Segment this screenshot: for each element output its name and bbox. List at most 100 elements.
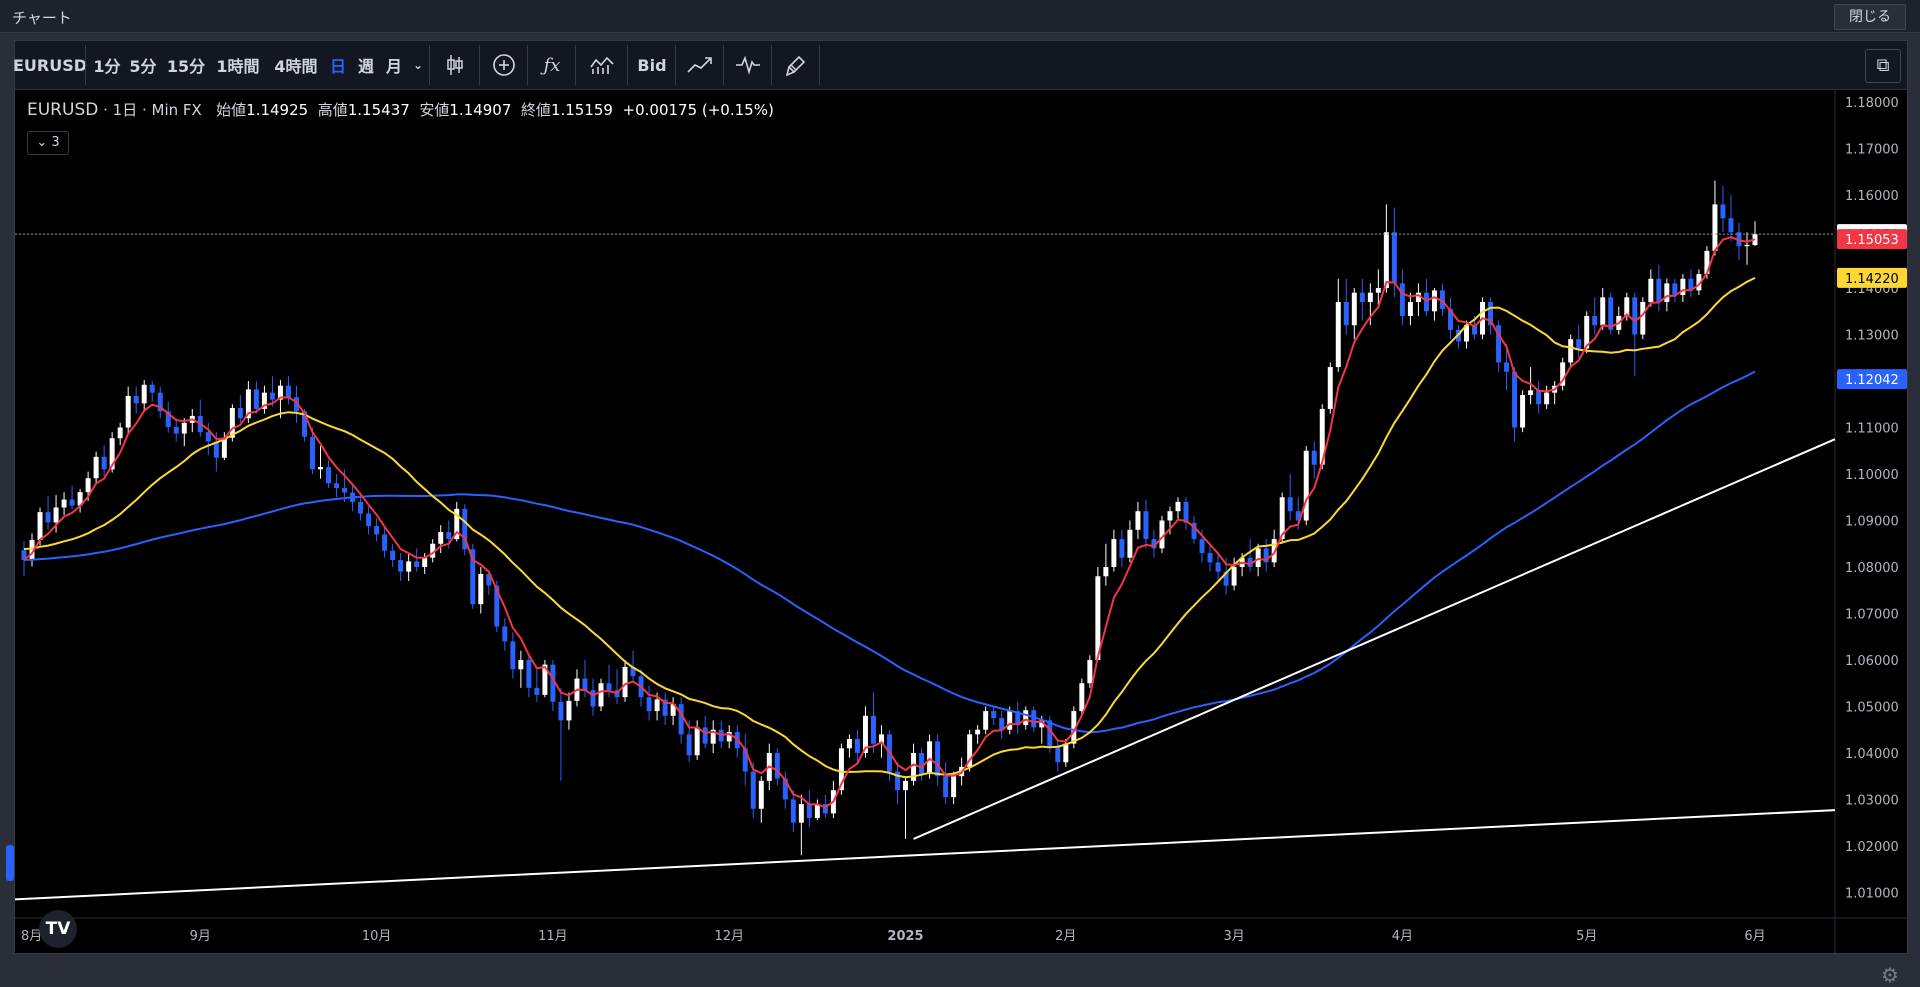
interval-1h[interactable]: 1時間 — [211, 41, 265, 89]
candle-body — [438, 532, 444, 544]
bid-button[interactable]: Bid — [631, 41, 673, 89]
interval-4h[interactable]: 4時間 — [269, 41, 323, 89]
candle-body — [1103, 566, 1109, 577]
interval-15m[interactable]: 15分 — [165, 41, 207, 89]
candle-body — [1143, 511, 1149, 540]
chart-frame: EURUSD 1分 5分 15分 1時間 4時間 日 週 月 ⌄ ƒx Bid — [13, 40, 1908, 987]
candle-body — [790, 799, 796, 823]
candle-body — [382, 534, 388, 551]
dropdown-chevron-icon[interactable]: ⌄ — [409, 41, 427, 89]
candle-body — [798, 804, 804, 823]
y-tick-label: 1.06000 — [1845, 654, 1899, 669]
candle-body — [342, 487, 348, 493]
tradingview-logo-icon[interactable]: TV — [39, 910, 77, 948]
candle-body — [101, 456, 107, 470]
candle-body — [1399, 283, 1405, 316]
layout-icon[interactable]: ⧉ — [1865, 49, 1901, 83]
indicators-icon[interactable]: ƒx — [531, 41, 573, 89]
x-tick-label: 4月 — [1392, 929, 1413, 944]
candle-body — [37, 512, 43, 541]
candle-body — [1199, 539, 1205, 554]
y-tick-label: 1.13000 — [1845, 329, 1899, 344]
candle-body — [534, 687, 540, 695]
candle-body — [1031, 710, 1037, 728]
indicator-collapse-button[interactable]: ⌄ 3 — [27, 131, 69, 155]
candle-body — [590, 690, 596, 707]
candle-body — [1207, 553, 1213, 563]
candle-body — [1672, 283, 1678, 296]
legend-source: Min FX — [151, 101, 202, 119]
pulse-icon[interactable] — [727, 41, 769, 89]
candle-body — [173, 427, 179, 434]
candle-body — [1383, 232, 1389, 289]
interval-day[interactable]: 日 — [325, 41, 351, 89]
candle-body — [334, 483, 340, 488]
candle-body — [526, 659, 532, 688]
candle-body — [1648, 278, 1654, 302]
y-tick-label: 1.18000 — [1845, 96, 1899, 111]
candle-body — [1087, 659, 1093, 684]
candle-body — [566, 700, 572, 721]
candle-body — [806, 804, 812, 819]
interval-5m[interactable]: 5分 — [125, 41, 161, 89]
candle-body — [69, 499, 75, 506]
candle-body — [1255, 548, 1261, 567]
candle-body — [598, 683, 604, 707]
candle-style-icon[interactable] — [435, 41, 475, 89]
candle-body — [85, 478, 91, 493]
brush-icon[interactable] — [775, 41, 817, 89]
ohlc-legend: EURUSD · 1日 · Min FX 始値1.14925 高値1.15437… — [27, 100, 774, 120]
candle-body — [1175, 501, 1181, 512]
price-chart[interactable]: 1.180001.170001.160001.150001.140001.130… — [15, 90, 1907, 953]
legend-symbol[interactable]: EURUSD — [27, 100, 98, 120]
candle-body — [1720, 204, 1726, 219]
candle-body — [1528, 390, 1534, 395]
interval-month[interactable]: 月 — [381, 41, 407, 89]
toolbar-divider — [723, 45, 724, 85]
templates-icon[interactable] — [579, 41, 625, 89]
interval-1m[interactable]: 1分 — [91, 41, 123, 89]
settings-gear-icon[interactable]: ⚙ — [1881, 963, 1899, 987]
candle-body — [814, 804, 820, 819]
candle-body — [774, 752, 780, 779]
candle-body — [1079, 683, 1085, 712]
toolbar-divider — [575, 45, 576, 85]
candle-body — [414, 561, 420, 567]
candle-body — [1664, 283, 1670, 302]
x-tick-label: 10月 — [362, 929, 392, 944]
close-button[interactable]: 閉じる — [1834, 4, 1906, 30]
candle-body — [1023, 710, 1029, 726]
candle-body — [1391, 232, 1397, 284]
candle-body — [310, 436, 315, 470]
window-titlebar: チャート 閉じる — [0, 0, 1920, 33]
candle-body — [1624, 297, 1630, 316]
symbol-button[interactable]: EURUSD — [13, 41, 87, 89]
y-tick-label: 1.01000 — [1845, 886, 1899, 901]
candle-body — [1712, 204, 1718, 251]
y-tick-label: 1.09000 — [1845, 515, 1899, 530]
candle-body — [646, 697, 652, 712]
candle-body — [1431, 290, 1437, 312]
candle-body — [374, 526, 380, 535]
candle-body — [1512, 371, 1518, 428]
candle-body — [1127, 529, 1133, 558]
high-label: 高値 — [317, 101, 348, 119]
candle-body — [694, 727, 700, 756]
low-value: 1.14907 — [449, 101, 512, 119]
replay-line-icon[interactable] — [679, 41, 721, 89]
y-tick-label: 1.08000 — [1845, 561, 1899, 576]
toolbar-divider — [527, 45, 528, 85]
candle-body — [318, 467, 323, 470]
add-compare-icon[interactable] — [483, 41, 525, 89]
close-label: 終値 — [520, 101, 551, 119]
interval-week[interactable]: 週 — [353, 41, 379, 89]
candle-body — [117, 427, 123, 439]
candle-body — [935, 741, 941, 777]
candle-body — [149, 384, 155, 393]
toolbar-divider — [627, 45, 628, 85]
indicator-count: 3 — [51, 135, 60, 150]
candle-body — [1536, 390, 1542, 405]
legend-interval: 1日 — [112, 101, 138, 119]
side-panel-toggle[interactable] — [6, 845, 14, 881]
x-tick-label: 6月 — [1744, 929, 1765, 944]
